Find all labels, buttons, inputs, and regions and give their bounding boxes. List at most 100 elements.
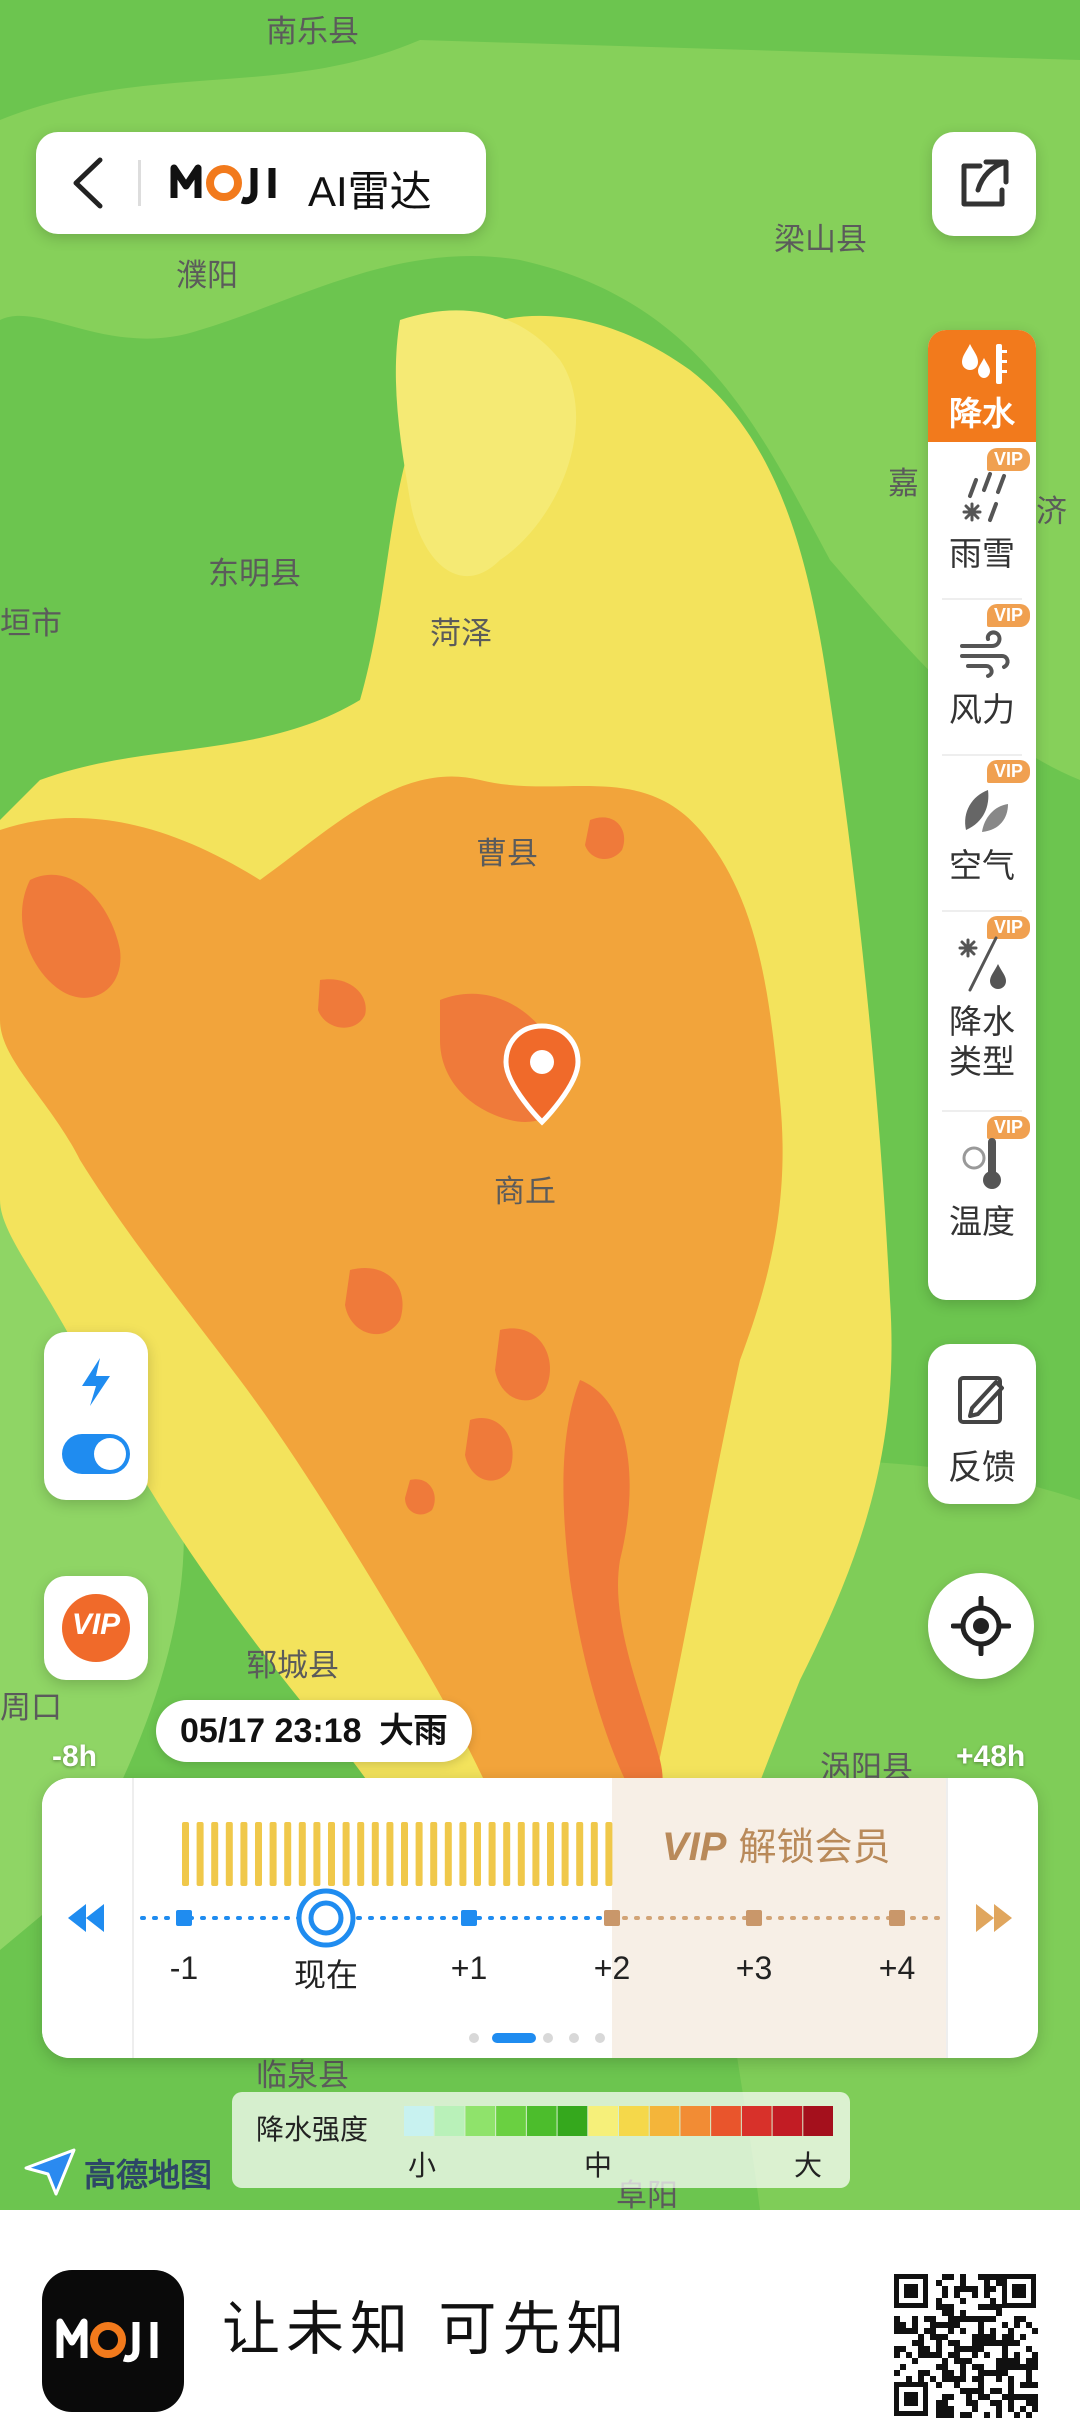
precip-bar: [196, 1822, 204, 1886]
legend-swatch: [803, 2106, 833, 2136]
tick-label: 现在: [293, 1957, 359, 1993]
locate-button[interactable]: [928, 1573, 1034, 1679]
precip-bar: [474, 1822, 481, 1886]
legend-swatch: [557, 2106, 588, 2136]
page-dot: [543, 2033, 553, 2043]
legend-mid-label: 中: [584, 2149, 613, 2182]
legend-swatch: [619, 2106, 649, 2136]
precip-bar: [240, 1822, 248, 1886]
moji-logo: [170, 164, 276, 205]
timeline-start-label: -8h: [52, 1740, 97, 1773]
map-label: 曹县: [476, 836, 538, 872]
layer-label: 温度: [949, 1202, 1015, 1241]
vip-badge: VIP: [662, 1825, 727, 1869]
feedback-button[interactable]: 反馈: [928, 1344, 1036, 1504]
layer-label: 降水: [949, 394, 1015, 433]
legend-swatch: [680, 2106, 711, 2136]
precip-bar: [576, 1822, 584, 1886]
layer-precip-type[interactable]: VIP 降水 类型: [928, 910, 1036, 1110]
current-weather: 大雨: [379, 1712, 448, 1750]
legend-swatch: [588, 2106, 618, 2136]
legend-swatch: [434, 2106, 465, 2136]
layer-air[interactable]: VIP 空气: [928, 754, 1036, 909]
map-label: 济: [1036, 494, 1067, 530]
precip-bar: [386, 1822, 394, 1886]
map-label: 南乐县: [266, 14, 359, 50]
timeline-current-handle[interactable]: [296, 1888, 356, 1948]
top-bar: AI雷达: [36, 132, 486, 234]
precip-bar: [430, 1822, 438, 1886]
legend-swatch: [496, 2106, 526, 2136]
layer-rain-snow[interactable]: VIP 雨雪: [928, 442, 1036, 597]
legend-swatch: [711, 2106, 741, 2136]
layer-wind[interactable]: VIP 风力: [928, 598, 1036, 753]
wind-icon: [960, 630, 1010, 678]
legend-swatch: [526, 2106, 557, 2136]
precip-bar: [532, 1822, 540, 1886]
precip-bar: [590, 1822, 598, 1886]
amap-logo-icon: [24, 2148, 76, 2196]
layer-label: 风力: [949, 690, 1015, 729]
precip-bar: [313, 1822, 321, 1886]
back-chevron-icon[interactable]: [62, 154, 116, 212]
timeline-tick[interactable]: [889, 1910, 905, 1926]
vip-unlock-link[interactable]: VIP 解锁会员: [662, 1816, 891, 1871]
share-button[interactable]: [932, 132, 1036, 236]
layer-precipitation[interactable]: 降水: [928, 330, 1036, 442]
precip-bar: [269, 1822, 277, 1886]
precip-bar: [517, 1822, 525, 1886]
legend-high-label: 大: [794, 2149, 823, 2182]
vip-button[interactable]: VIP: [44, 1576, 148, 1680]
time-bubble: 05/17 23:18 大雨: [156, 1700, 472, 1762]
thermometer-icon: [962, 1138, 1001, 1189]
lightning-switch[interactable]: [60, 1432, 132, 1476]
timeline-tick[interactable]: [604, 1910, 620, 1926]
precipitation-legend: 降水强度 小 中 大: [232, 2092, 850, 2188]
legend-low-label: 小: [408, 2149, 437, 2182]
share-icon: [961, 159, 1009, 207]
leaf-icon: [965, 790, 1008, 832]
precip-bar: [503, 1822, 511, 1886]
map-label: 东明县: [208, 556, 301, 592]
precip-bar: [328, 1822, 335, 1886]
precip-bar: [415, 1822, 423, 1886]
timeline-tick[interactable]: [461, 1910, 477, 1926]
precip-bar: [605, 1822, 613, 1886]
timeline-tick[interactable]: [746, 1910, 762, 1926]
legend-swatch: [772, 2106, 803, 2136]
separator: [138, 160, 141, 206]
map-label: 周口: [0, 1690, 62, 1726]
precip-bar: [547, 1822, 554, 1886]
legend-swatch: [404, 2106, 434, 2136]
precip-bar: [371, 1822, 379, 1886]
precip-bar: [357, 1822, 365, 1886]
timeline-tick[interactable]: [176, 1910, 192, 1926]
page-dot: [469, 2033, 479, 2043]
layer-label: 雨雪: [949, 534, 1015, 573]
precip-bar: [459, 1822, 467, 1886]
timeline-panel: VIP 解锁会员 -1 现在 +1 +2 +3 +4: [42, 1778, 1038, 2058]
tick-label: +1: [450, 1950, 488, 1986]
map-label: 濮阳: [176, 258, 238, 294]
rewind-icon[interactable]: [64, 1898, 108, 1938]
precip-bar: [298, 1822, 306, 1886]
legend-swatch: [649, 2106, 680, 2136]
fast-forward-icon[interactable]: [972, 1898, 1016, 1938]
layer-label: 空气: [949, 846, 1015, 885]
page-title: AI雷达: [308, 168, 432, 215]
tick-label: +3: [735, 1950, 773, 1986]
precip-bar: [182, 1822, 189, 1886]
layer-panel: 降水 VIP 雨雪 VIP 风力 VIP 空气 VIP 降水 类型 VIP 温度: [928, 330, 1036, 1300]
vip-unlock-text: 解锁会员: [738, 1825, 891, 1869]
vip-button-label: VIP: [71, 1608, 121, 1641]
edit-icon: [958, 1376, 1004, 1424]
precip-bar: [284, 1822, 292, 1886]
precip-bar: [255, 1822, 262, 1886]
map-label: 嘉: [888, 466, 919, 502]
slogan: 让未知 可先知: [222, 2295, 631, 2363]
layer-temperature[interactable]: VIP 温度: [928, 1110, 1036, 1265]
rain-snow-icon: [962, 472, 1006, 522]
location-pin-icon[interactable]: [500, 1022, 584, 1132]
legend-color-bar: [404, 2106, 833, 2136]
precip-bar: [211, 1822, 219, 1886]
